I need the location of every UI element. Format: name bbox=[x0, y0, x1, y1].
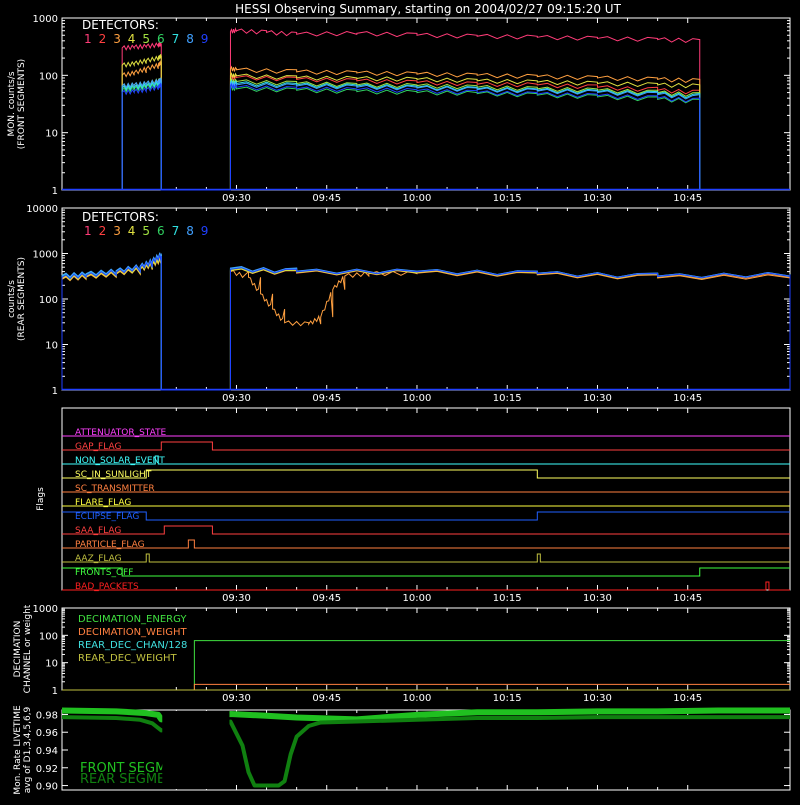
detector-label-front-6: 6 bbox=[157, 32, 165, 46]
detector-label-rear-5: 5 bbox=[142, 224, 150, 238]
y-axis-label-line: (FRONT SEGMENTS) bbox=[17, 59, 27, 149]
livetime-y-tick-label: 0.98 bbox=[36, 710, 58, 721]
flag-label-particle_flag: PARTICLE_FLAG bbox=[75, 540, 145, 550]
y-tick-label-rear: 1 bbox=[52, 386, 58, 397]
x-tick-label-flags-1: 09:45 bbox=[312, 593, 341, 604]
x-tick-label-rear-4: 10:30 bbox=[583, 393, 612, 404]
x-tick-label-front-3: 10:15 bbox=[493, 193, 522, 204]
y-tick-label-decimation: 10 bbox=[45, 659, 58, 670]
flag-label-non_solar_event: NON_SOLAR_EVENT bbox=[75, 456, 165, 466]
x-tick-label-flags-4: 10:30 bbox=[583, 593, 612, 604]
detector-label-front-3: 3 bbox=[113, 32, 121, 46]
x-tick-label-decimation-5: 10:45 bbox=[673, 693, 702, 704]
x-tick-label-front-5: 10:45 bbox=[673, 193, 702, 204]
detector-label-front-5: 5 bbox=[142, 32, 150, 46]
flag-label-bad_packets: BAD_PACKETS bbox=[75, 582, 139, 592]
y-axis-label-line: Flags bbox=[36, 487, 46, 511]
x-tick-label-decimation-4: 10:30 bbox=[583, 693, 612, 704]
y-tick-label-rear: 1000 bbox=[33, 250, 58, 261]
x-tick-label-flags-0: 09:30 bbox=[222, 593, 251, 604]
x-tick-label-flags-3: 10:15 bbox=[493, 593, 522, 604]
flag-label-gap_flag: GAP_FLAG bbox=[75, 442, 121, 452]
y-axis-label-line: counts/s bbox=[7, 280, 17, 318]
detector-label-rear-9: 9 bbox=[201, 224, 209, 238]
y-tick-label-front: 10 bbox=[45, 129, 58, 140]
detectors-heading-rear: DETECTORS: bbox=[82, 210, 159, 224]
flag-label-attenuator_state: ATTENUATOR_STATE bbox=[75, 428, 167, 438]
x-tick-label-front-4: 10:30 bbox=[583, 193, 612, 204]
detector-label-front-4: 4 bbox=[128, 32, 136, 46]
observing-summary: HESSI Observing Summary, starting on 200… bbox=[0, 0, 800, 800]
y-tick-label-rear: 10 bbox=[45, 341, 58, 352]
y-tick-label-front: 100 bbox=[39, 71, 58, 82]
y-tick-label-decimation: 1000 bbox=[33, 604, 58, 615]
y-axis-label-line: (REAR SEGMENTS) bbox=[17, 257, 27, 341]
x-tick-label-front-0: 09:30 bbox=[222, 193, 251, 204]
y-tick-label-rear: 10000 bbox=[26, 204, 58, 215]
decimation-legend-2: DECIMATION_WEIGHT bbox=[78, 627, 187, 638]
x-tick-label-rear-5: 10:45 bbox=[673, 393, 702, 404]
y-axis-label-line: avg of D1,3,4,5,6,9 bbox=[23, 706, 33, 793]
y-tick-label-rear: 100 bbox=[39, 295, 58, 306]
x-tick-label-decimation-2: 10:00 bbox=[403, 693, 432, 704]
livetime-y-tick-label: 0.90 bbox=[36, 782, 58, 793]
figure-title: HESSI Observing Summary, starting on 200… bbox=[235, 2, 621, 16]
x-tick-label-rear-2: 10:00 bbox=[403, 393, 432, 404]
x-tick-label-rear-3: 10:15 bbox=[493, 393, 522, 404]
y-axis-label-flags: Flags bbox=[36, 487, 46, 511]
detector-label-front-2: 2 bbox=[99, 32, 107, 46]
detector-label-front-7: 7 bbox=[172, 32, 180, 46]
flag-label-aaz_flag: AAZ_FLAG bbox=[75, 554, 122, 564]
detector-label-rear-2: 2 bbox=[99, 224, 107, 238]
flag-label-sc_transmitter: SC_TRANSMITTER bbox=[75, 484, 155, 494]
detector-label-rear-4: 4 bbox=[128, 224, 136, 238]
summary-figure: HESSI Observing Summary, starting on 200… bbox=[0, 0, 800, 800]
y-axis-label-livetime: Mon. Rate LIVETIME avg of D1,3,4,5,6,9 bbox=[13, 705, 33, 795]
livetime-gap bbox=[162, 711, 230, 789]
y-axis-label-line: CHANNEL or weight bbox=[23, 604, 33, 693]
x-tick-label-decimation-3: 10:15 bbox=[493, 693, 522, 704]
decimation-legend-1: DECIMATION_ENERGY bbox=[78, 614, 187, 625]
x-tick-label-decimation-1: 09:45 bbox=[312, 693, 341, 704]
y-tick-label-front: 1000 bbox=[33, 14, 58, 25]
flag-label-saa_flag: SAA_FLAG bbox=[75, 526, 121, 536]
y-tick-label-front: 1 bbox=[52, 186, 58, 197]
y-axis-label-line: DECIMATION bbox=[13, 621, 23, 678]
detector-label-rear-1: 1 bbox=[84, 224, 92, 238]
flag-label-eclipse_flag: ECLIPSE_FLAG bbox=[75, 512, 139, 522]
x-tick-label-front-2: 10:00 bbox=[403, 193, 432, 204]
livetime-y-tick-label: 0.96 bbox=[36, 728, 58, 739]
detector-label-front-1: 1 bbox=[84, 32, 92, 46]
detector-label-front-8: 8 bbox=[186, 32, 194, 46]
decimation-legend-4: REAR_DEC_WEIGHT bbox=[78, 653, 177, 664]
livetime-y-tick-label: 0.92 bbox=[36, 764, 58, 775]
y-tick-label-decimation: 1 bbox=[52, 686, 58, 697]
detector-label-rear-7: 7 bbox=[172, 224, 180, 238]
detector-label-front-9: 9 bbox=[201, 32, 209, 46]
detector-label-rear-3: 3 bbox=[113, 224, 121, 238]
y-axis-label-line: Mon. Rate LIVETIME bbox=[13, 705, 23, 795]
flag-label-sc_in_sunlight: SC_IN_SUNLIGHT bbox=[75, 470, 152, 480]
flag-label-flare_flag: FLARE_FLAG bbox=[75, 498, 131, 508]
x-tick-label-rear-0: 09:30 bbox=[222, 393, 251, 404]
y-tick-label-decimation: 100 bbox=[39, 631, 58, 642]
x-tick-label-front-1: 09:45 bbox=[312, 193, 341, 204]
x-tick-label-flags-2: 10:00 bbox=[403, 593, 432, 604]
x-tick-label-decimation-0: 09:30 bbox=[222, 693, 251, 704]
y-axis-label-line: MON. counts/s bbox=[7, 71, 17, 136]
decimation-legend-3: REAR_DEC_CHAN/128 bbox=[78, 640, 187, 651]
x-tick-label-flags-5: 10:45 bbox=[673, 593, 702, 604]
y-axis-label-front: MON. counts/s (FRONT SEGMENTS) bbox=[7, 59, 27, 149]
detectors-heading-front: DETECTORS: bbox=[82, 18, 159, 32]
livetime-y-tick-label: 0.94 bbox=[36, 746, 58, 757]
x-tick-label-rear-1: 09:45 bbox=[312, 393, 341, 404]
flag-label-fronts_off: FRONTS_OFF bbox=[75, 568, 133, 578]
detector-label-rear-6: 6 bbox=[157, 224, 165, 238]
detector-label-rear-8: 8 bbox=[186, 224, 194, 238]
